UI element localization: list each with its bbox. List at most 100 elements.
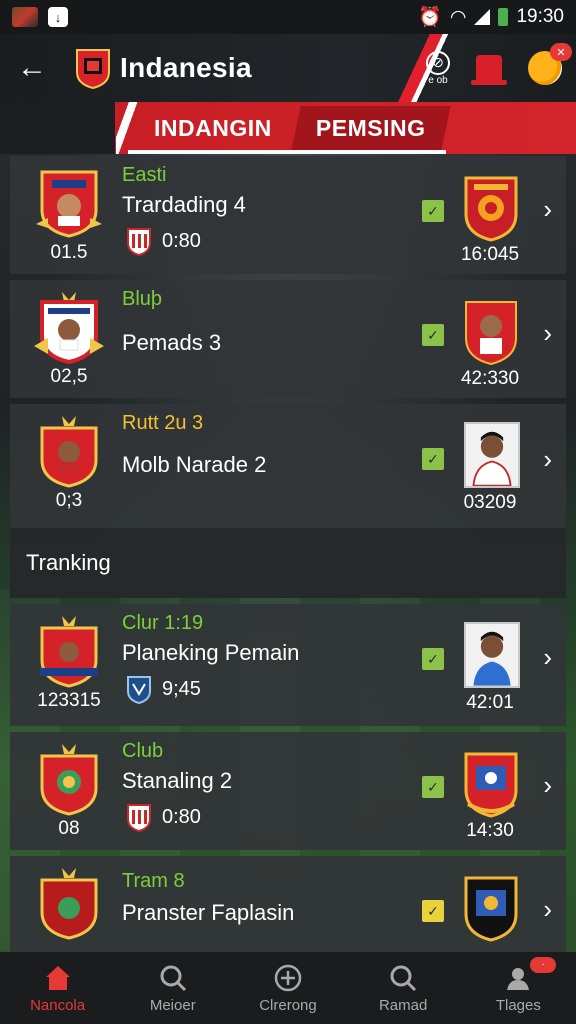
nav-create[interactable]: Clrerong	[238, 963, 338, 1014]
shield-icon	[127, 676, 151, 704]
opponent-crest-icon	[464, 876, 518, 942]
ranking-subtitle: Tram 8	[122, 870, 185, 892]
notification-badge: ·	[530, 956, 557, 973]
ranking-subtitle: Clur 1:19	[122, 612, 204, 634]
app-notification-icon	[12, 7, 38, 27]
match-card[interactable]: 0;3 Rutt 2u 3 Molb Narade 2 ✓ 03209 ›	[10, 404, 566, 528]
team-crest-icon	[40, 416, 98, 488]
nav-search-label: Meioer	[149, 996, 196, 1014]
profile-icon	[507, 967, 530, 990]
hat-icon	[471, 55, 507, 85]
match-subtitle: Rutt 2u 3	[122, 412, 204, 434]
nav-home[interactable]: Nancola	[8, 963, 108, 1014]
opponent-crest-icon	[464, 752, 518, 818]
chevron-right-icon[interactable]: ›	[543, 642, 552, 673]
ranking-card[interactable]: 123315 Clur 1:19 Planeking Pemain 9;45 ✓…	[10, 604, 566, 726]
nav-profile-label: Tlages	[495, 996, 541, 1014]
chevron-right-icon[interactable]: ›	[543, 318, 552, 349]
mini-crest-icon	[127, 804, 151, 832]
alarm-icon: ⏰	[418, 7, 442, 28]
tab-indangin[interactable]: INDANGIN	[154, 102, 272, 154]
crossed-circle-icon: ⊘	[426, 50, 450, 75]
tab-bar: INDANGIN PEMSING	[0, 102, 576, 154]
battery-icon	[498, 8, 509, 26]
check-icon[interactable]: ✓	[422, 448, 444, 470]
ranking-card[interactable]: Tram 8 Pranster Faplasin ✓ ›	[10, 856, 566, 952]
nav-search[interactable]: Meioer	[123, 963, 223, 1014]
ranking-title: Planeking Pemain	[122, 640, 300, 665]
left-score: 01.5	[50, 242, 88, 263]
download-icon: ↓	[48, 7, 68, 27]
coin-action-label: e ob	[428, 74, 448, 86]
mini-crest-icon	[127, 228, 151, 256]
status-bar: ↓ ⏰ ◠ 19:30	[0, 0, 576, 34]
coin-action-button[interactable]: ⊘ e ob	[426, 50, 450, 86]
team-crest-icon	[40, 744, 98, 816]
chevron-right-icon[interactable]: ›	[543, 194, 552, 225]
status-time: 19:30	[516, 6, 564, 27]
search-icon	[160, 965, 186, 991]
right-score: 42:01	[466, 692, 514, 713]
notification-badge: ✕	[550, 43, 572, 61]
team-crest-icon	[76, 49, 110, 90]
tab-pemsing[interactable]: PEMSING	[291, 106, 451, 150]
match-title: Molb Narade 2	[122, 452, 267, 477]
mini-value: 9;45	[162, 677, 201, 700]
left-score: 123315	[37, 690, 101, 711]
nav-ramad[interactable]: Ramad	[353, 963, 453, 1014]
tab-pemsing-label: PEMSING	[316, 114, 426, 141]
app-header: ← Indanesia ⊘ e ob ✕	[0, 34, 576, 102]
team-crest-icon	[40, 616, 98, 688]
coin-icon: ✕	[528, 43, 572, 85]
team-crest-icon	[40, 868, 98, 940]
player-photo	[464, 622, 520, 688]
ranking-title: Pranster Faplasin	[122, 900, 295, 925]
match-title: Trardading 4	[122, 192, 246, 217]
ranking-card[interactable]: 08 Club Stanaling 2 0:80 ✓ 14:30 ›	[10, 732, 566, 850]
nav-ramad-label: Ramad	[378, 996, 428, 1014]
shop-button[interactable]	[471, 55, 507, 85]
page-title: Indanesia	[120, 52, 252, 83]
wifi-icon: ◠	[449, 6, 467, 28]
home-icon	[45, 965, 70, 990]
check-icon[interactable]: ✓	[422, 200, 444, 222]
left-score: 08	[58, 818, 80, 839]
right-score: 16:045	[460, 244, 520, 265]
right-score: 42:330	[460, 368, 520, 389]
match-title: Pemads 3	[122, 330, 222, 355]
signal-icon	[474, 9, 491, 25]
left-score: 0;3	[55, 490, 83, 511]
player-crest-icon	[465, 301, 517, 366]
nav-create-label: Clrerong	[259, 996, 317, 1014]
ranking-subtitle: Club	[122, 740, 164, 762]
opponent-crest-icon	[464, 176, 518, 242]
left-score: 02,5	[50, 366, 88, 387]
chevron-right-icon[interactable]: ›	[543, 444, 552, 475]
check-icon[interactable]: ✓	[422, 900, 444, 922]
player-photo	[464, 422, 520, 488]
back-arrow-icon[interactable]: ←	[14, 50, 50, 86]
right-score: 03209	[463, 492, 517, 513]
match-card[interactable]: 02,5 Bluþ Pemads 3 ✓ 42:330 ›	[10, 280, 566, 398]
match-subtitle: Bluþ	[122, 288, 163, 310]
team-crest-icon	[34, 292, 104, 364]
check-icon[interactable]: ✓	[422, 776, 444, 798]
check-icon[interactable]: ✓	[422, 648, 444, 670]
check-icon[interactable]: ✓	[422, 324, 444, 346]
chevron-right-icon[interactable]: ›	[543, 894, 552, 925]
nav-home-label: Nancola	[30, 996, 86, 1014]
section-title: Tranking	[10, 528, 566, 598]
ranking-title: Stanaling 2	[122, 768, 233, 793]
plus-circle-icon	[274, 964, 302, 991]
nav-profile[interactable]: · Tlages	[468, 956, 568, 1014]
tab-underline	[128, 150, 446, 154]
match-card[interactable]: 01.5 Easti Trardading 4 0:80 ✓ 16:045 ›	[10, 156, 566, 274]
team-crest-icon	[36, 170, 102, 238]
bottom-navigation: Nancola Meioer Clrerong Ramad · Tlages	[0, 952, 576, 1024]
search-icon	[390, 965, 417, 991]
mini-value: 0:80	[162, 229, 201, 252]
chevron-right-icon[interactable]: ›	[543, 770, 552, 801]
mini-value: 0:80	[162, 805, 201, 828]
coins-button[interactable]: ✕	[528, 43, 572, 85]
right-score: 14:30	[466, 820, 514, 841]
